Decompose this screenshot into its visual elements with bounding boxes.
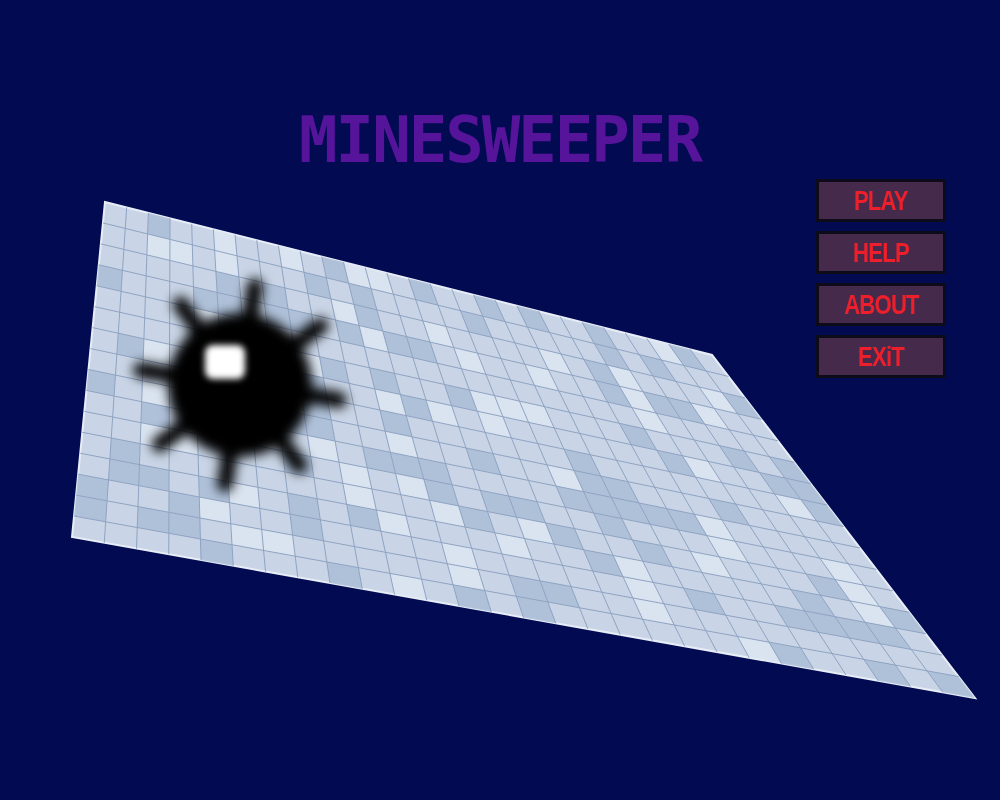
menu-button[interactable]: EXiT xyxy=(816,335,946,378)
mine-icon xyxy=(141,286,339,484)
menu-button-label: EXiT xyxy=(858,341,904,373)
menu-button[interactable]: PLAY xyxy=(816,179,946,222)
menu-button-label: PLAY xyxy=(854,185,908,217)
menu-button-label: ABOUT xyxy=(844,289,919,321)
menu-button[interactable]: HELP xyxy=(816,231,946,274)
mine-highlight xyxy=(205,345,245,379)
minefield-board xyxy=(72,202,975,698)
main-menu: PLAY HELP ABOUT EXiT xyxy=(816,179,946,378)
menu-button-label: HELP xyxy=(853,237,909,269)
board-grid xyxy=(74,207,959,692)
game-title: MINESWEEPER xyxy=(200,100,800,180)
menu-button[interactable]: ABOUT xyxy=(816,283,946,326)
